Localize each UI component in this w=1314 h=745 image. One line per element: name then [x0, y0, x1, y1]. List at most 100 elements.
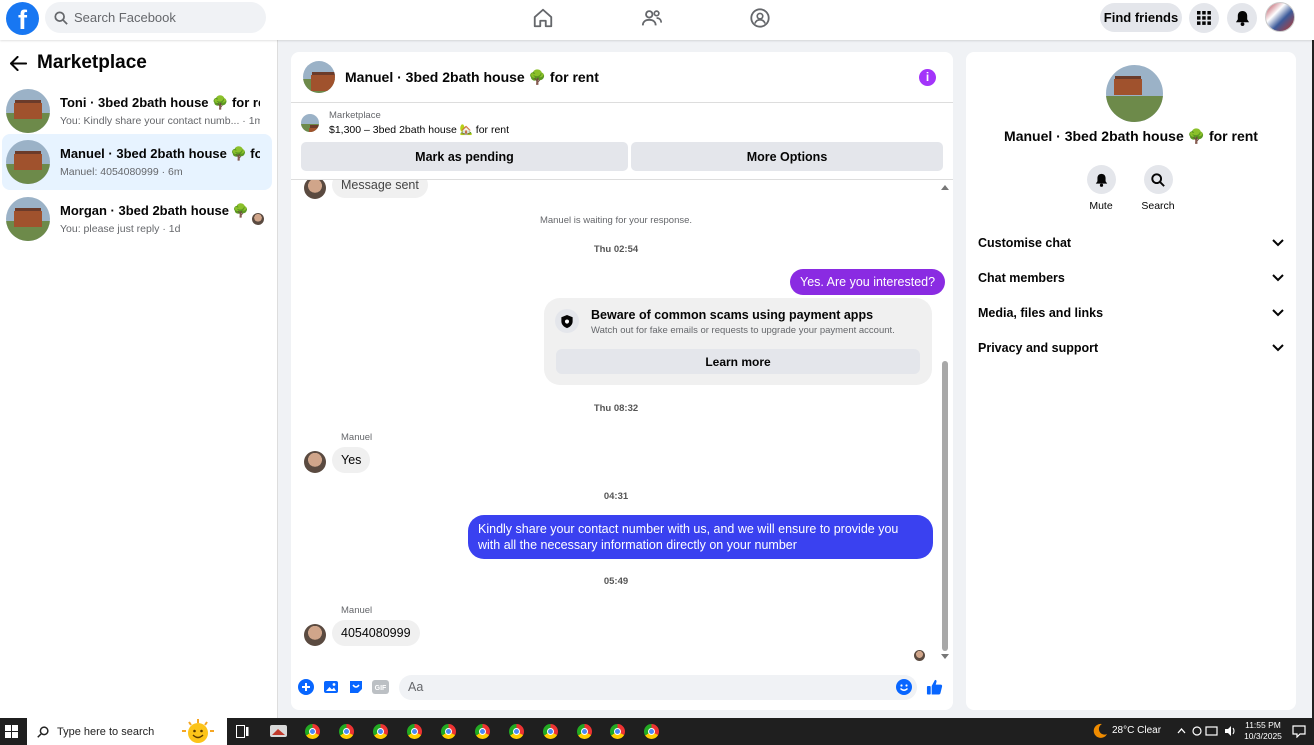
- home-icon[interactable]: [531, 6, 555, 30]
- find-friends-button[interactable]: Find friends: [1100, 3, 1182, 32]
- back-arrow-icon[interactable]: [10, 55, 27, 71]
- gif-icon[interactable]: GIF: [372, 678, 389, 695]
- menu-grid-icon[interactable]: [1189, 3, 1219, 33]
- chrome-taskbar-icon[interactable]: [475, 724, 490, 739]
- seen-receipt-avatar: [914, 650, 925, 661]
- sender-avatar: [304, 180, 326, 199]
- clock[interactable]: 11:55 PM 10/3/2025: [1244, 720, 1282, 742]
- listing-price-title: $1,300 – 3bed 2bath house 🏡 for rent: [329, 124, 510, 136]
- outgoing-message[interactable]: Kindly share your contact number with us…: [468, 515, 933, 559]
- chrome-taskbar-icon[interactable]: [543, 724, 558, 739]
- listing-thumbnail[interactable]: [303, 61, 335, 93]
- message-composer: GIF Aa: [291, 672, 953, 702]
- chrome-taskbar-icon[interactable]: [610, 724, 625, 739]
- scroll-down-arrow-icon[interactable]: [941, 654, 949, 660]
- conversation-title: Manuel · 3bed 2bath house 🌳 for ...: [60, 146, 260, 161]
- thumbs-up-icon[interactable]: [926, 678, 943, 695]
- search-icon: [37, 725, 49, 738]
- listing-summary[interactable]: Marketplace $1,300 – 3bed 2bath house 🏡 …: [301, 110, 509, 136]
- scroll-up-arrow-icon[interactable]: [941, 184, 949, 190]
- scam-warning-card: Beware of common scams using payment app…: [544, 298, 932, 385]
- mark-as-pending-button[interactable]: Mark as pending: [301, 142, 628, 171]
- learn-more-button[interactable]: Learn more: [556, 349, 920, 374]
- weather-icon: [1093, 723, 1107, 738]
- clock-time: 11:55 PM: [1245, 720, 1281, 730]
- conversation-item-morgan[interactable]: Morgan · 3bed 2bath house 🌳 ... You: ple…: [2, 191, 272, 247]
- scrollbar-thumb[interactable]: [942, 361, 948, 651]
- chat-members-section[interactable]: Chat members: [978, 265, 1284, 290]
- sidebar-title: Marketplace: [37, 52, 147, 73]
- system-tray-icons[interactable]: [1192, 725, 1238, 737]
- listing-thumbnail: [6, 140, 50, 184]
- customise-chat-section[interactable]: Customise chat: [978, 230, 1284, 255]
- sidebar-header: Marketplace: [10, 52, 147, 74]
- warning-title: Beware of common scams using payment app…: [591, 308, 874, 322]
- task-view-icon[interactable]: [236, 725, 249, 738]
- privacy-support-section[interactable]: Privacy and support: [978, 335, 1284, 360]
- notifications-bell-icon[interactable]: [1227, 3, 1257, 33]
- chrome-taskbar-icon[interactable]: [577, 724, 592, 739]
- incoming-message[interactable]: Yes: [332, 447, 371, 473]
- weather-text[interactable]: 28°C Clear: [1112, 725, 1161, 736]
- add-plus-icon[interactable]: [297, 678, 314, 695]
- timestamp: 05:49: [603, 576, 629, 587]
- message-scrollbar[interactable]: [940, 180, 952, 663]
- windows-start-icon[interactable]: [5, 725, 18, 738]
- notification-center-icon[interactable]: [1292, 725, 1306, 738]
- chevron-down-icon: [1272, 308, 1284, 316]
- chevron-up-icon[interactable]: [1177, 728, 1186, 734]
- media-files-links-section[interactable]: Media, files and links: [978, 300, 1284, 325]
- sender-avatar[interactable]: [304, 624, 326, 646]
- chrome-taskbar-icon[interactable]: [644, 724, 659, 739]
- chrome-taskbar-icon[interactable]: [407, 724, 422, 739]
- conversation-item-toni[interactable]: Toni · 3bed 2bath house 🌳 for rent You: …: [2, 83, 272, 139]
- sticker-icon[interactable]: [347, 678, 364, 695]
- chat-header: Manuel · 3bed 2bath house 🌳 for rent i: [291, 52, 953, 103]
- sender-avatar[interactable]: [304, 451, 326, 473]
- section-label: Privacy and support: [978, 340, 1099, 355]
- info-icon[interactable]: i: [919, 69, 936, 86]
- section-label: Chat members: [978, 270, 1065, 285]
- shield-icon: [555, 309, 579, 333]
- conversation-title: Morgan · 3bed 2bath house 🌳 ...: [60, 203, 250, 218]
- friends-icon[interactable]: [640, 6, 664, 30]
- marketplace-label: Marketplace: [329, 110, 381, 121]
- search-label: Search: [1141, 200, 1175, 212]
- search-conversation-button[interactable]: Search: [1128, 165, 1188, 212]
- groups-icon[interactable]: [748, 6, 772, 30]
- chevron-down-icon: [1272, 238, 1284, 246]
- details-title: Manuel · 3bed 2bath house 🌳 for rent: [1004, 128, 1258, 144]
- emoji-icon[interactable]: [895, 678, 912, 695]
- incoming-message[interactable]: 4054080999: [332, 620, 420, 646]
- listing-thumbnail: [301, 114, 319, 132]
- search-placeholder: Search Facebook: [74, 10, 176, 25]
- top-bar: f Search Facebook Find friends: [0, 0, 1314, 40]
- gif-label: GIF: [375, 685, 387, 692]
- more-options-button[interactable]: More Options: [631, 142, 943, 171]
- photo-attach-icon[interactable]: [322, 678, 339, 695]
- chrome-taskbar-icon[interactable]: [509, 724, 524, 739]
- chat-title[interactable]: Manuel · 3bed 2bath house 🌳 for rent: [345, 69, 599, 86]
- warning-subtitle: Watch out for fake emails or requests to…: [591, 325, 895, 336]
- timestamp: Thu 02:54: [593, 244, 639, 255]
- facebook-logo[interactable]: f: [6, 2, 39, 35]
- chrome-taskbar-icon[interactable]: [365, 718, 396, 745]
- chrome-taskbar-icon[interactable]: [339, 724, 354, 739]
- taskbar-search-box[interactable]: Type here to search: [27, 718, 227, 745]
- message-input[interactable]: Aa: [399, 675, 917, 700]
- outgoing-message[interactable]: Yes. Are you interested?: [790, 269, 946, 295]
- chrome-taskbar-icon[interactable]: [441, 724, 456, 739]
- sun-face-icon: [182, 719, 214, 743]
- mute-button[interactable]: Mute: [1071, 165, 1131, 212]
- message-list[interactable]: Message sent Manuel is waiting for your …: [291, 179, 953, 663]
- clock-date: 10/3/2025: [1244, 731, 1282, 741]
- app-taskbar-icon[interactable]: [270, 723, 287, 739]
- conversation-preview: You: please just reply · 1d: [60, 223, 181, 235]
- listing-thumbnail: [6, 197, 50, 241]
- conversation-item-manuel[interactable]: Manuel · 3bed 2bath house 🌳 for ... Manu…: [2, 134, 272, 190]
- chrome-taskbar-icon[interactable]: [305, 724, 320, 739]
- search-facebook-input[interactable]: Search Facebook: [45, 2, 266, 33]
- account-avatar[interactable]: [1265, 2, 1295, 32]
- listing-thumbnail: [6, 89, 50, 133]
- search-icon: [54, 10, 68, 25]
